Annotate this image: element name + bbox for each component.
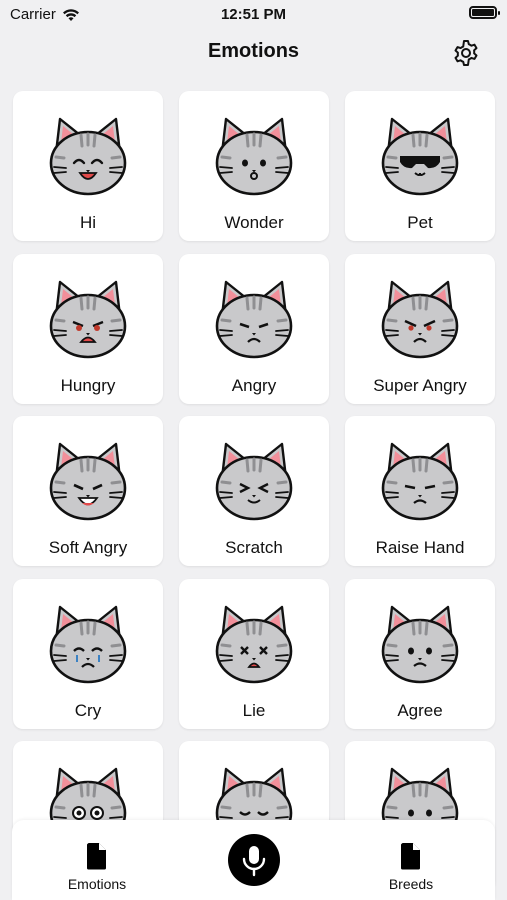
emotion-card-pet[interactable]: Pet xyxy=(345,91,495,241)
emotion-label: Lie xyxy=(242,701,266,720)
tab-bar: Emotions Breeds xyxy=(12,820,495,900)
emotion-card-raise-hand[interactable]: Raise Hand xyxy=(345,416,495,566)
microphone-icon xyxy=(242,846,266,877)
emotion-card-cry[interactable]: Cry xyxy=(13,579,163,729)
tab-breeds-label: Breeds xyxy=(388,876,434,892)
cat-face-icon xyxy=(381,605,459,684)
tab-emotions[interactable]: Emotions xyxy=(37,820,157,900)
emotion-label: Scratch xyxy=(225,538,283,557)
emotion-label: Wonder xyxy=(224,213,284,232)
tab-emotions-label: Emotions xyxy=(67,876,127,892)
emotion-label: Pet xyxy=(407,213,433,232)
cat-face-icon xyxy=(49,280,127,359)
document-icon xyxy=(401,843,420,870)
emotion-card-lie[interactable]: Lie xyxy=(179,579,329,729)
emotion-card-wonder[interactable]: Wonder xyxy=(179,91,329,241)
tab-breeds[interactable]: Breeds xyxy=(351,820,471,900)
microphone-button[interactable] xyxy=(228,834,280,886)
cat-face-icon xyxy=(215,117,293,196)
cat-face-icon xyxy=(215,280,293,359)
cat-face-icon xyxy=(215,605,293,684)
emotion-grid: Hi Wonder Pet Hungry Angry Super Angry S… xyxy=(0,0,507,900)
emotion-label: Raise Hand xyxy=(375,538,465,557)
cat-face-icon xyxy=(49,117,127,196)
cat-face-icon xyxy=(215,442,293,521)
emotion-label: Angry xyxy=(231,376,277,395)
emotion-label: Super Angry xyxy=(373,376,467,395)
emotion-label: Soft Angry xyxy=(48,538,128,557)
document-icon xyxy=(87,843,106,870)
emotion-card-hi[interactable]: Hi xyxy=(13,91,163,241)
emotion-card-agree[interactable]: Agree xyxy=(345,579,495,729)
cat-face-icon xyxy=(381,117,459,196)
emotion-card-scratch[interactable]: Scratch xyxy=(179,416,329,566)
cat-face-icon xyxy=(49,442,127,521)
emotion-label: Hungry xyxy=(60,376,116,395)
emotion-card-soft-angry[interactable]: Soft Angry xyxy=(13,416,163,566)
cat-face-icon xyxy=(381,280,459,359)
emotion-card-super-angry[interactable]: Super Angry xyxy=(345,254,495,404)
emotion-label: Cry xyxy=(74,701,102,720)
cat-face-icon xyxy=(381,442,459,521)
emotion-label: Agree xyxy=(397,701,443,720)
emotion-label: Hi xyxy=(79,213,97,232)
emotion-card-angry[interactable]: Angry xyxy=(179,254,329,404)
emotion-card-hungry[interactable]: Hungry xyxy=(13,254,163,404)
cat-face-icon xyxy=(49,605,127,684)
